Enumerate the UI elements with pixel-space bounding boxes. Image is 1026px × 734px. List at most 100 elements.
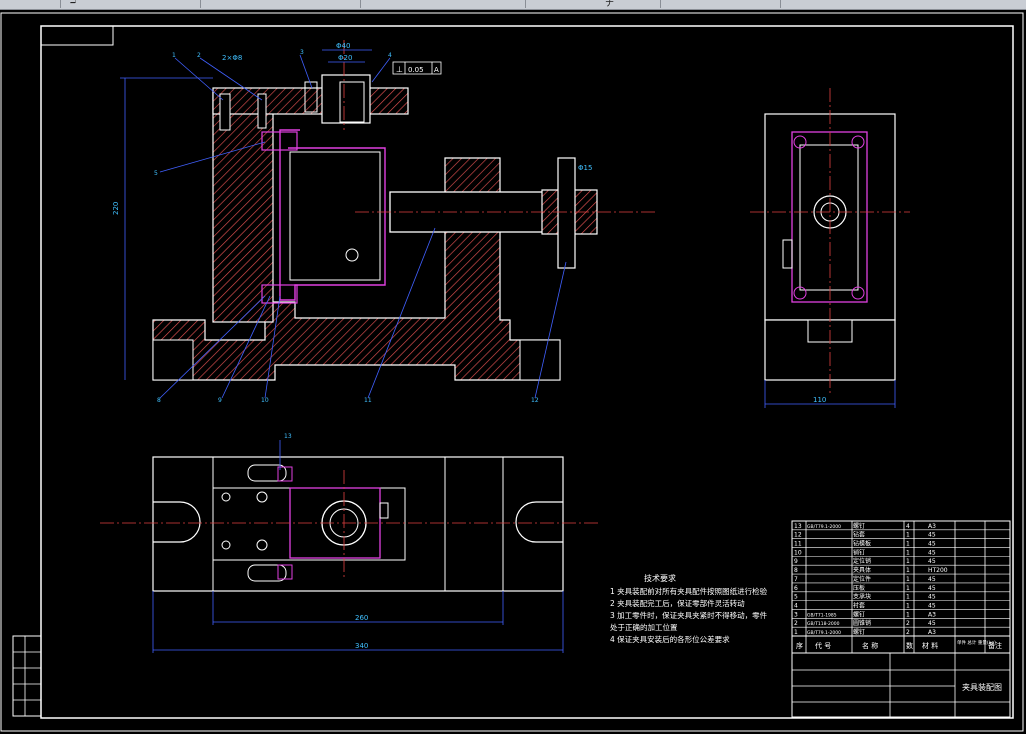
toolbar-segment[interactable] [660,0,781,8]
bom-cell: 1 [906,567,910,574]
bom-cell: 定位销 [853,557,871,565]
technical-requirements: 技术要求 1 夹具装配前对所有夹具配件按照图纸进行检验 2 夹具装配完工后，保证… [610,573,768,644]
bom-cell: 1 [906,549,910,556]
bom-cell: 钻模板 [853,540,871,548]
bom-cell: 1 [906,558,910,565]
tech-item: 4 保证夹具安装后的各形位公差要求 [610,634,730,644]
bom-cell: A3 [928,629,936,636]
bom-cell: 9 [794,558,798,565]
bom-header-cell: 代 号 [815,641,831,650]
pin-right [257,93,267,129]
toolbar-item[interactable]: ℶ [70,0,76,6]
toolbar-segment[interactable]: ℶ [60,0,201,8]
bom-cell: 支承块 [853,593,871,601]
bom-cell: 45 [928,576,936,583]
bom-cell: 圆锥销 [853,619,871,627]
tech-item: 处于正确的加工位置 [610,622,678,632]
bom-cell: 45 [928,532,936,539]
bom-cell: 45 [928,602,936,609]
cad-drawing-canvas[interactable]: 220 Φ40 Φ20 2×Φ8 ⊥ 0.05 A Φ15 1 2 3 4 5 … [0,10,1026,734]
part-label: 10 [261,397,269,404]
base-foot-right [519,339,561,381]
bom-cell: 衬套 [853,601,865,609]
bom-header-cell: 材 料 [922,641,938,650]
dim-text: Φ40 [336,42,350,50]
bom-cell: 11 [794,541,802,548]
bom-cell: 45 [928,620,936,627]
bom-cell: 4 [794,602,798,609]
bom-cell: 1 [906,594,910,601]
bom-cell: 1 [906,576,910,583]
leader-line [174,57,224,101]
shaft-nut [557,157,576,269]
bom-cell: HT200 [928,567,948,574]
dim-text: Φ15 [578,164,592,172]
bom-header-cell: 名 称 [862,641,878,650]
bom-cell: 压板 [853,584,865,592]
bom-cell: 5 [794,594,798,601]
bom-cell: 1 [906,541,910,548]
tech-item: 3 加工零件时，保证夹具夹紧时不得移动，零件 [610,610,768,620]
top-view: 13 260 340 [100,433,600,653]
part-label: 3 [300,49,304,56]
tolerance-symbol: ⊥ [396,65,403,74]
bom-cell: 45 [928,594,936,601]
side-view: 110 [750,88,910,408]
bom-cell: 螺钉 [853,628,865,636]
drawing-title: 夹具装配图 [962,682,1002,692]
bom-cell: 2 [906,629,910,636]
dim-text: 110 [813,396,826,404]
revision-strip [12,635,42,717]
toolbar-segment[interactable] [0,0,61,8]
bom-cell: 钻套 [853,531,865,539]
bom-cell: A3 [928,523,936,530]
bom-cell: A3 [928,611,936,618]
tech-item: 2 夹具装配完工后，保证零部件灵活转动 [610,598,745,608]
part-label: 1 [172,52,176,59]
part-label: 13 [284,433,292,440]
dim-text: 2×Φ8 [222,54,242,62]
dim-text: Φ20 [338,54,352,62]
toolbar-segment[interactable] [360,0,526,8]
bom-cell: 45 [928,585,936,592]
bom-cell: GB/T79.1-2000 [807,630,841,636]
bill-of-materials: 序 代 号 名 称 数 材 料 单件 总计 重量(kg) 备注 夹具装配图 13… [791,520,1011,718]
workpiece-hole [345,248,359,262]
bom-cell: 3 [794,611,798,618]
corner-box [40,25,114,46]
bom-cell: GB/T71-1985 [807,612,837,618]
front-view: 220 Φ40 Φ20 2×Φ8 ⊥ 0.05 A Φ15 1 2 3 4 5 … [112,40,655,404]
bom-cell: 12 [794,532,802,539]
dim-text: 220 [112,202,120,215]
bom-cell: GB/T79.1-2000 [807,524,841,530]
bom-cell: 1 [906,585,910,592]
bom-cell: 定位件 [853,575,871,583]
dim-text: 340 [355,642,368,650]
bom-cell: 1 [906,532,910,539]
toolbar-item[interactable]: ナ [605,0,614,9]
bom-cell: 螺钉 [853,522,865,530]
bom-cell: 2 [906,620,910,627]
tech-item: 1 夹具装配前对所有夹具配件按照图纸进行检验 [610,586,768,596]
toolbar-segment[interactable] [200,0,361,8]
bom-header-cell: 备注 [988,641,1002,650]
toolbar-segment[interactable]: ナ [525,0,661,9]
app-toolbar: ℶ ナ [0,0,1026,10]
bom-cell: 10 [794,549,802,556]
bom-cell: 1 [906,602,910,609]
tech-title: 技术要求 [644,573,676,583]
drill-plate [212,87,409,115]
bom-cell: 6 [794,585,798,592]
bom-cell: 4 [906,523,910,530]
pin-left [219,93,231,131]
bom-cell: 45 [928,558,936,565]
part-label: 2 [197,52,201,59]
tolerance-value: 0.05 [408,66,424,74]
bom-cell: 2 [794,620,798,627]
bom-cell: 1 [906,611,910,618]
bom-header-cell: 数 [906,641,913,650]
bom-cell: 8 [794,567,798,574]
part-label: 5 [154,170,158,177]
bom-cell: 13 [794,523,802,530]
bom-header-cell: 序 [796,641,803,650]
